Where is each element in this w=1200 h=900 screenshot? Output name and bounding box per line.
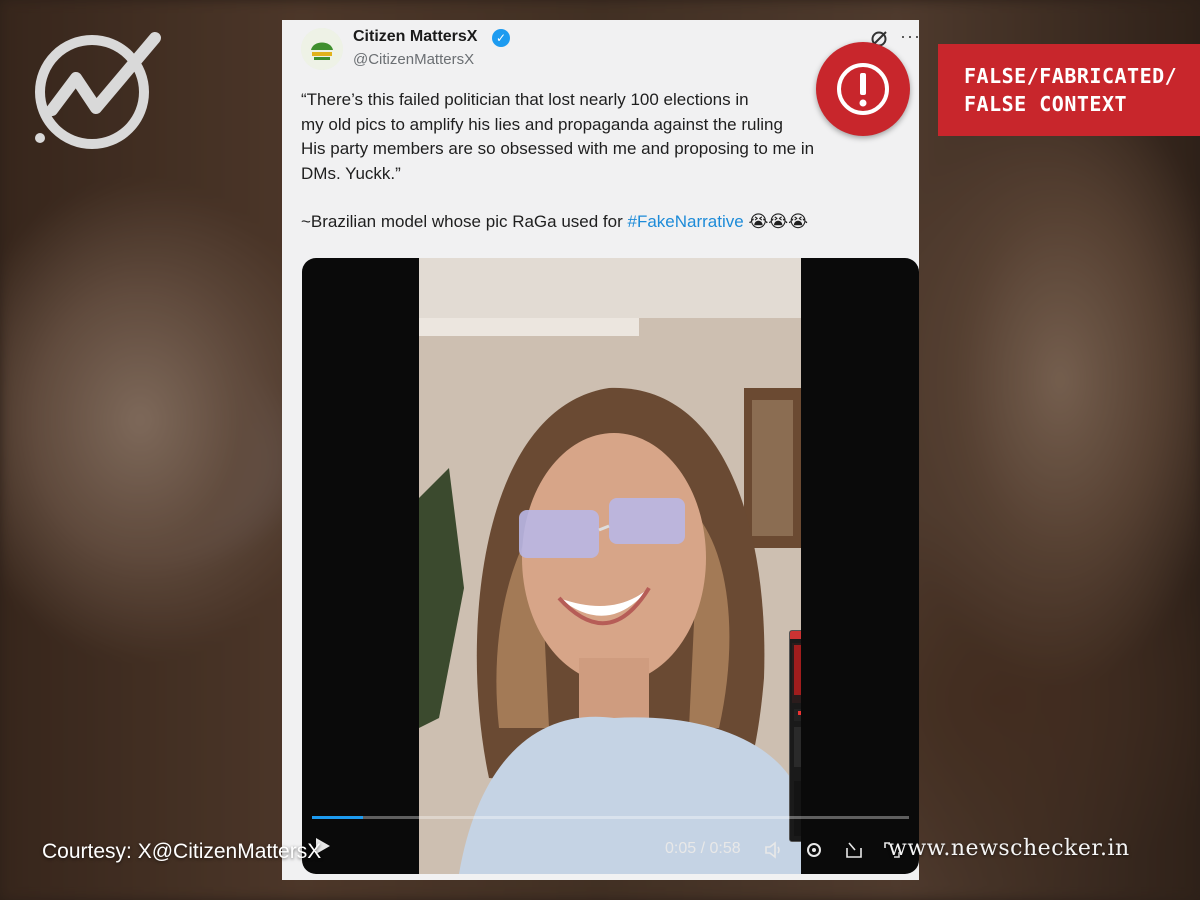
pip-icon[interactable]	[844, 840, 864, 860]
citizen-matters-logo-icon	[301, 28, 343, 70]
verdict-line: FALSE CONTEXT	[964, 92, 1128, 116]
video-player[interactable]: 0:05 / 0:58	[302, 258, 919, 874]
courtesy-credit: Courtesy: X@CitizenMattersX	[42, 840, 322, 863]
video-progress-bar[interactable]	[312, 816, 909, 819]
crying-emoji: 😭😭😭	[748, 212, 809, 231]
video-still-image	[419, 258, 801, 874]
verified-badge-icon: ✓	[492, 29, 510, 47]
volume-icon[interactable]	[764, 840, 784, 860]
settings-icon[interactable]	[804, 840, 824, 860]
more-options-icon[interactable]: ···	[900, 26, 921, 47]
tweet-text-line: DMs. Yuckk.”	[301, 163, 401, 183]
tweet-display-name[interactable]: Citizen MattersX	[353, 28, 477, 46]
tweet-text-line: “There’s this failed politician that los…	[301, 90, 749, 109]
avatar[interactable]	[301, 28, 343, 70]
warning-exclamation-icon	[816, 42, 910, 136]
tweet-text-line: His party members are so obsessed with m…	[301, 139, 815, 158]
tweet-card: Citizen MattersX ✓ @CitizenMattersX ··· …	[282, 20, 921, 880]
video-time-display: 0:05 / 0:58	[665, 840, 741, 857]
site-url-watermark: www.newschecker.in	[888, 836, 1130, 861]
embedded-screenshot-thumbnail	[789, 630, 801, 842]
tweet-text: “There’s this failed politician that los…	[301, 88, 901, 235]
verdict-line: FALSE/FABRICATED/	[964, 64, 1178, 88]
tweet-attribution: ~Brazilian model whose pic RaGa used for…	[301, 210, 901, 235]
tweet-text-line: my old pics to amplify his lies and prop…	[301, 114, 783, 134]
video-progress-fill	[312, 816, 364, 819]
attribution-text: ~Brazilian model whose pic RaGa used for	[301, 212, 628, 231]
newschecker-logo	[35, 32, 161, 149]
verdict-label: FALSE/FABRICATED/ FALSE CONTEXT	[938, 44, 1200, 136]
hashtag-link[interactable]: #FakeNarrative	[627, 212, 743, 231]
screenshot-thumbnail-image	[790, 631, 801, 841]
tweet-handle[interactable]: @CitizenMattersX	[353, 51, 474, 68]
video-frame	[419, 258, 801, 874]
